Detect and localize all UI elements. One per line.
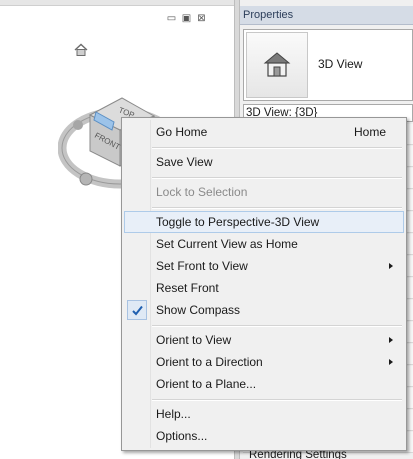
menu-item-label: Toggle to Perspective-3D View bbox=[156, 215, 320, 229]
menu-item-reset-front[interactable]: Reset Front bbox=[124, 277, 404, 299]
viewcube-context-menu: Go Home Home Save View Lock to Selection… bbox=[121, 117, 407, 451]
viewport-top-strip bbox=[0, 0, 234, 6]
menu-separator bbox=[152, 325, 402, 327]
menu-item-help[interactable]: Help... bbox=[124, 403, 404, 425]
restore-icon[interactable]: ▣ bbox=[181, 13, 192, 24]
menu-separator bbox=[152, 147, 402, 149]
menu-item-label: Reset Front bbox=[156, 281, 219, 295]
menu-item-orient-to-plane[interactable]: Orient to a Plane... bbox=[124, 373, 404, 395]
menu-item-options[interactable]: Options... bbox=[124, 425, 404, 447]
menu-item-label: Show Compass bbox=[156, 303, 241, 317]
home-icon[interactable] bbox=[73, 42, 89, 58]
close-icon[interactable]: ⊠ bbox=[196, 13, 207, 24]
menu-item-label: Orient to View bbox=[156, 333, 232, 347]
type-selector[interactable]: 3D View bbox=[243, 29, 413, 101]
menu-item-orient-to-direction[interactable]: Orient to a Direction bbox=[124, 351, 404, 373]
menu-separator bbox=[152, 399, 402, 401]
menu-item-shortcut: Home bbox=[353, 125, 386, 139]
menu-item-label: Orient to a Plane... bbox=[156, 377, 257, 391]
menu-item-label: Lock to Selection bbox=[156, 185, 248, 199]
type-name: 3D View bbox=[318, 57, 363, 71]
menu-item-label: Set Front to View bbox=[156, 259, 248, 273]
checked-indicator bbox=[127, 300, 147, 320]
menu-item-label: Orient to a Direction bbox=[156, 355, 263, 369]
properties-title: Properties bbox=[240, 6, 413, 25]
menu-item-save-view[interactable]: Save View bbox=[124, 151, 404, 173]
submenu-arrow-icon bbox=[389, 263, 393, 269]
menu-item-show-compass[interactable]: Show Compass bbox=[124, 299, 404, 321]
menu-item-label: Save View bbox=[156, 155, 213, 169]
menu-item-label: Help... bbox=[156, 407, 191, 421]
menu-item-label: Options... bbox=[156, 429, 208, 443]
menu-item-set-front[interactable]: Set Front to View bbox=[124, 255, 404, 277]
type-thumbnail bbox=[246, 32, 308, 98]
menu-item-lock-to-selection[interactable]: Lock to Selection bbox=[124, 181, 404, 203]
menu-item-set-home[interactable]: Set Current View as Home bbox=[124, 233, 404, 255]
minimize-icon[interactable]: ▭ bbox=[166, 13, 177, 24]
house-3d-icon bbox=[263, 52, 291, 77]
menu-separator bbox=[152, 177, 402, 179]
menu-item-go-home[interactable]: Go Home Home bbox=[124, 121, 404, 143]
menu-item-label: Set Current View as Home bbox=[156, 237, 298, 251]
submenu-arrow-icon bbox=[389, 337, 393, 343]
checkmark-icon bbox=[132, 305, 143, 316]
submenu-arrow-icon bbox=[389, 359, 393, 365]
menu-separator bbox=[152, 207, 402, 209]
viewport-window-controls: ▭ ▣ ⊠ bbox=[166, 13, 207, 24]
menu-item-label: Go Home bbox=[156, 125, 208, 139]
menu-item-orient-to-view[interactable]: Orient to View bbox=[124, 329, 404, 351]
menu-item-toggle-perspective[interactable]: Toggle to Perspective-3D View bbox=[124, 211, 404, 233]
